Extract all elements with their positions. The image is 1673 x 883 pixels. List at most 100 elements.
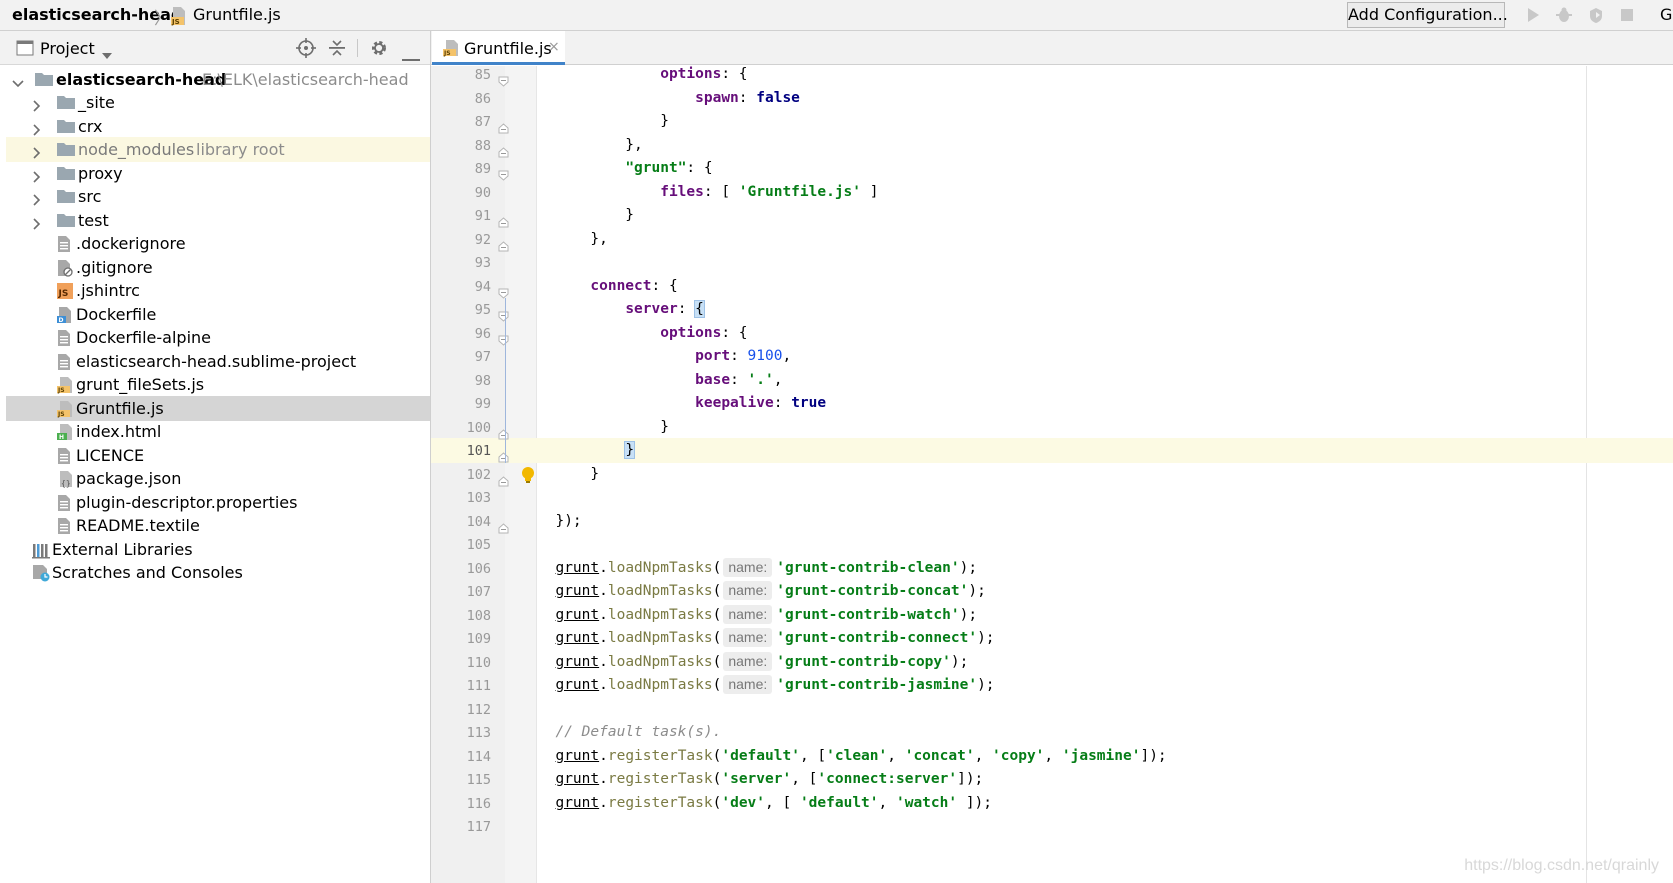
tree-item-file[interactable]: elasticsearch-head.sublime-project	[6, 349, 430, 374]
code-token: options	[660, 325, 722, 341]
text-file-icon	[56, 329, 72, 351]
tree-item-file[interactable]: README.textile	[6, 513, 430, 538]
project-panel-title[interactable]: Project	[40, 39, 95, 58]
tree-item-file[interactable]: H index.html	[6, 419, 430, 444]
code-editor: JS Gruntfile.js × 85 86 87 88 89 90 91 9…	[431, 31, 1673, 883]
navigation-bar: elasticsearch-head 〉 JS Gruntfile.js Add…	[0, 0, 1673, 31]
code-token: 'grunt-contrib-watch'	[776, 607, 960, 623]
code-line: // Default task(s).	[538, 720, 1673, 745]
code-line: }	[538, 419, 669, 435]
svg-text:H: H	[59, 434, 64, 441]
fold-marker-icon[interactable]	[498, 213, 509, 232]
code-token: 'copy'	[992, 748, 1045, 764]
tree-item-label: elasticsearch-head.sublime-project	[76, 352, 357, 371]
locate-icon[interactable]	[296, 38, 316, 62]
editor-tab-bar: JS Gruntfile.js ×	[431, 31, 1673, 65]
tree-item-label: .jshintrc	[76, 281, 140, 300]
fold-marker-icon[interactable]	[498, 425, 509, 444]
tree-item-label: proxy	[78, 164, 123, 183]
line-number: 107	[466, 584, 491, 600]
scope-guide-line	[505, 298, 506, 463]
code-token: keepalive	[695, 395, 774, 411]
line-number: 117	[466, 819, 491, 835]
code-token: spawn	[695, 90, 739, 106]
svg-text:D: D	[59, 317, 64, 324]
tree-item-file[interactable]: {} package.json	[6, 466, 430, 491]
fold-marker-icon[interactable]	[498, 119, 509, 138]
tree-item-scratches[interactable]: Scratches and Consoles	[6, 560, 430, 585]
tree-item-file[interactable]: .gitignore	[6, 255, 430, 280]
fold-marker-icon[interactable]	[498, 166, 509, 185]
code-token: options	[660, 66, 722, 82]
fold-marker-icon[interactable]	[498, 472, 509, 491]
fold-marker-icon[interactable]	[498, 143, 509, 162]
line-number: 92	[474, 232, 491, 248]
tab-gruntfile[interactable]: JS Gruntfile.js ×	[432, 31, 565, 65]
watermark: https://blog.csdn.net/qrainly	[1464, 857, 1659, 874]
chevron-down-icon[interactable]	[102, 44, 112, 63]
tree-item-file[interactable]: D Dockerfile	[6, 302, 430, 327]
project-tool-window: Project elasticsearch-head E:\ELK\elasti…	[0, 31, 431, 883]
folder-icon	[56, 94, 76, 114]
code-token: 'concat'	[904, 748, 975, 764]
tree-item-folder[interactable]: _site	[6, 90, 430, 115]
code-line: port: 9100,	[695, 348, 792, 364]
line-number: 89	[474, 161, 491, 177]
code-line: }	[538, 207, 635, 223]
code-line: grunt.loadNpmTasks(name:'grunt-contrib-w…	[555, 605, 978, 624]
tree-item-file[interactable]: JS .jshintrc	[6, 278, 430, 303]
tree-item-project-root[interactable]: elasticsearch-head E:\ELK\elasticsearch-…	[6, 67, 430, 92]
project-root-name: elasticsearch-head	[56, 70, 227, 89]
library-root-label: library root	[196, 140, 285, 159]
fold-marker-icon[interactable]	[498, 284, 509, 303]
code-line: grunt.registerTask('default', ['clean', …	[555, 748, 1167, 764]
code-token: connect	[590, 278, 652, 294]
add-configuration-button[interactable]: Add Configuration...	[1347, 2, 1508, 28]
tree-item-folder[interactable]: test	[6, 208, 430, 233]
tree-item-folder[interactable]: crx	[6, 114, 430, 139]
json-file-icon: {}	[56, 470, 74, 492]
code-token: grunt	[555, 654, 600, 670]
code-token: 'Gruntfile.js'	[738, 184, 862, 200]
tree-item-file[interactable]: JS grunt_fileSets.js	[6, 372, 430, 397]
stop-icon[interactable]	[1618, 6, 1636, 24]
tree-item-folder[interactable]: src	[6, 184, 430, 209]
hide-icon[interactable]	[402, 47, 420, 66]
run-icon[interactable]	[1524, 6, 1542, 24]
tree-item-file[interactable]: LICENCE	[6, 443, 430, 468]
tree-item-label: src	[78, 187, 102, 206]
tree-item-folder[interactable]: node_modules library root	[6, 137, 430, 162]
fold-marker-icon[interactable]	[498, 237, 509, 256]
tree-item-folder[interactable]: proxy	[6, 161, 430, 186]
code-line: },	[538, 137, 643, 153]
tree-item-file[interactable]: .dockerignore	[6, 231, 430, 256]
line-number-current: 101	[466, 443, 491, 459]
line-number: 105	[466, 537, 491, 553]
fold-marker-icon[interactable]	[498, 72, 509, 91]
tree-item-external-libraries[interactable]: External Libraries	[6, 537, 430, 562]
code-line: grunt.loadNpmTasks(name:'grunt-contrib-c…	[555, 581, 986, 600]
debug-icon[interactable]	[1555, 6, 1573, 24]
code-line: files: [ 'Gruntfile.js' ]	[660, 184, 879, 200]
fold-marker-icon[interactable]	[498, 307, 509, 326]
breadcrumb-file[interactable]: Gruntfile.js	[193, 5, 281, 24]
line-number: 115	[466, 772, 491, 788]
line-number: 108	[466, 608, 491, 624]
fold-marker-icon[interactable]	[498, 448, 509, 467]
line-number: 106	[466, 561, 491, 577]
tree-item-file-selected[interactable]: JS Gruntfile.js	[6, 396, 430, 421]
line-number: 114	[466, 749, 491, 765]
fold-marker-icon[interactable]	[498, 519, 509, 538]
fold-marker-icon[interactable]	[498, 331, 509, 350]
coverage-icon[interactable]	[1587, 6, 1605, 24]
tree-item-file[interactable]: plugin-descriptor.properties	[6, 490, 430, 515]
tree-item-file[interactable]: Dockerfile-alpine	[6, 325, 430, 350]
gear-icon[interactable]	[370, 39, 388, 61]
close-icon[interactable]: ×	[548, 39, 560, 55]
lightbulb-icon[interactable]	[521, 466, 535, 488]
tree-item-label: _site	[78, 93, 115, 112]
line-number: 100	[466, 420, 491, 436]
collapse-all-icon[interactable]	[328, 39, 346, 61]
